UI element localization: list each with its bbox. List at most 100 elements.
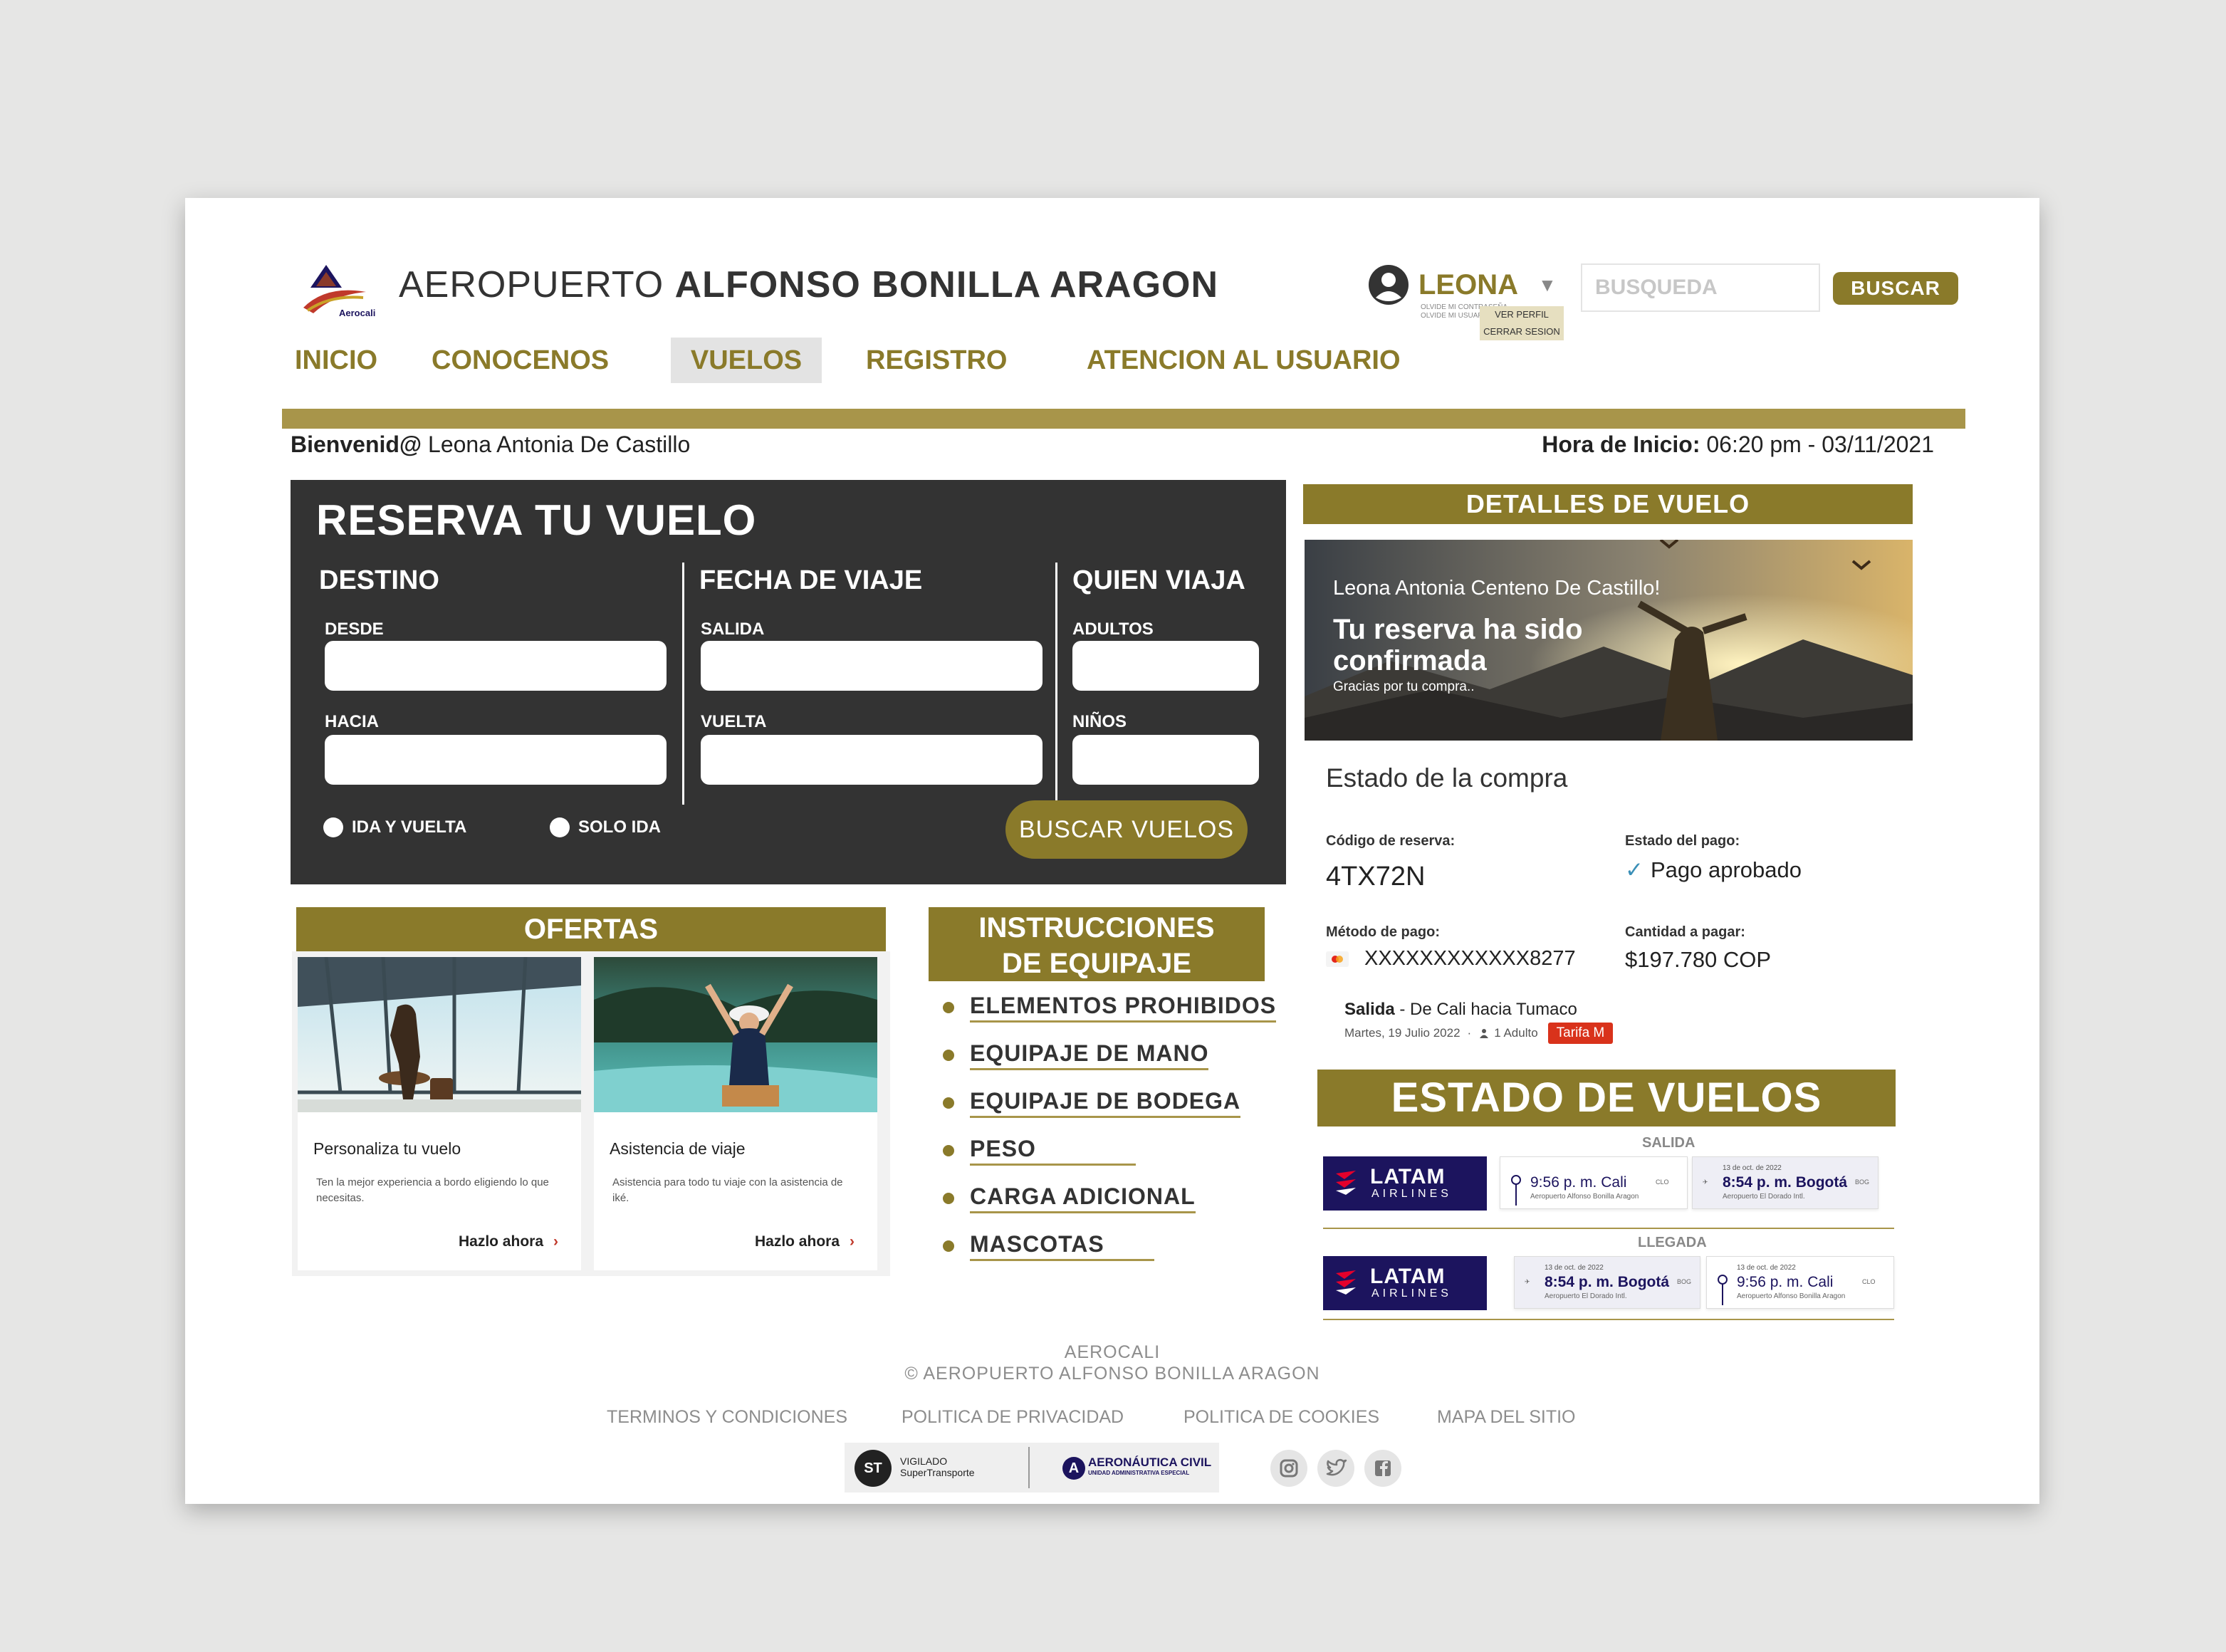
cantidad-label: Cantidad a pagar: <box>1625 924 1745 940</box>
booking-panel: RESERVA TU VUELO DESTINO DESDE HACIA FEC… <box>291 480 1286 884</box>
instr-link[interactable]: PESO <box>970 1136 1136 1166</box>
view-profile-link[interactable]: VER PERFIL <box>1480 306 1564 323</box>
latam-sub: AIRLINES <box>1371 1188 1452 1200</box>
salida-route: - De Cali hacia Tumaco <box>1399 1000 1577 1019</box>
radio-circle[interactable] <box>550 817 570 837</box>
radio-circle[interactable] <box>323 817 343 837</box>
welcome-text: Bienvenid@ Leona Antonia De Castillo <box>291 432 690 458</box>
nav-atencion[interactable]: ATENCION AL USUARIO <box>1077 338 1411 383</box>
offer-card[interactable]: Asistencia de viaje Asistencia para todo… <box>594 957 877 1270</box>
latam-name: LATAM <box>1370 1165 1446 1188</box>
flight-card[interactable]: 9:56 p. m. Cali CLO Aeropuerto Alfonso B… <box>1500 1156 1688 1209</box>
desde-input[interactable] <box>325 641 667 691</box>
confirmation-banner: Leona Antonia Centeno De Castillo! Tu re… <box>1305 540 1913 741</box>
flight-card[interactable]: 13 de oct. de 2022 9:56 p. m. Cali CLO A… <box>1706 1256 1894 1309</box>
banner-message: Tu reserva ha sido confirmada <box>1333 614 1583 676</box>
airport-code: BOG <box>1855 1178 1870 1186</box>
facebook-icon[interactable] <box>1364 1450 1401 1487</box>
banner-name: Leona Antonia Centeno De Castillo! <box>1333 577 1661 600</box>
vigilado-label: VIGILADO <box>900 1455 948 1467</box>
codigo-value: 4TX72N <box>1326 862 1426 892</box>
nav-conocenos[interactable]: CONOCENOS <box>422 338 619 383</box>
latam-logo: LATAM AIRLINES <box>1323 1156 1487 1211</box>
footer-mapa-link[interactable]: MAPA DEL SITIO <box>1437 1407 1576 1428</box>
logout-link[interactable]: CERRAR SESION <box>1480 323 1564 340</box>
instrucciones-title-2: DE EQUIPAJE <box>1002 948 1191 979</box>
aeronautica-logo-icon: A <box>1062 1457 1085 1480</box>
offer-text: Asistencia para todo tu viaje con la asi… <box>612 1176 843 1204</box>
vuelta-date-input[interactable] <box>701 735 1043 785</box>
chevron-down-icon[interactable]: ▼ <box>1538 274 1557 296</box>
instagram-icon[interactable] <box>1270 1450 1307 1487</box>
column-divider <box>1055 563 1057 805</box>
offer-link[interactable]: Hazlo ahora › <box>755 1233 855 1250</box>
site-title-bold: ALFONSO BONILLA ARAGON <box>674 264 1219 305</box>
list-item[interactable]: EQUIPAJE DE MANO <box>943 1040 1209 1070</box>
salida-date-input[interactable] <box>701 641 1043 691</box>
radio-label: IDA Y VUELTA <box>352 817 467 837</box>
instrucciones-title-1: INSTRUCCIONES <box>978 912 1215 943</box>
supertransporte-logo-icon: ST <box>855 1450 892 1487</box>
booking-title: RESERVA TU VUELO <box>316 496 757 544</box>
footer-privacidad-link[interactable]: POLITICA DE PRIVACIDAD <box>902 1407 1124 1428</box>
instr-link[interactable]: ELEMENTOS PROHIBIDOS <box>970 993 1277 1023</box>
list-item[interactable]: EQUIPAJE DE BODEGA <box>943 1088 1241 1118</box>
nav-registro[interactable]: REGISTRO <box>856 338 1017 383</box>
flight-time-value: 8:54 p. m. <box>1723 1174 1796 1191</box>
radio-ida-vuelta[interactable]: IDA Y VUELTA <box>323 817 466 837</box>
hacia-input[interactable] <box>325 735 667 785</box>
flight-card[interactable]: 13 de oct. de 2022 ✈ 8:54 p. m. Bogotá B… <box>1692 1156 1878 1209</box>
instr-link[interactable]: EQUIPAJE DE BODEGA <box>970 1088 1241 1118</box>
instr-link[interactable]: CARGA ADICIONAL <box>970 1183 1196 1213</box>
list-item[interactable]: CARGA ADICIONAL <box>943 1183 1196 1213</box>
airport-name: Aeropuerto El Dorado Intl. <box>1545 1292 1627 1300</box>
footer-brand: AEROCALI © AEROPUERTO ALFONSO BONILLA AR… <box>185 1342 2039 1384</box>
offer-card[interactable]: Personaliza tu vuelo Ten la mejor experi… <box>298 957 581 1270</box>
list-item[interactable]: PESO <box>943 1136 1136 1166</box>
list-item[interactable]: MASCOTAS <box>943 1231 1154 1261</box>
bullet-icon <box>943 1097 954 1109</box>
latam-logo: LATAM AIRLINES <box>1323 1256 1487 1310</box>
twitter-icon[interactable] <box>1317 1450 1354 1487</box>
list-item[interactable]: ELEMENTOS PROHIBIDOS <box>943 993 1277 1023</box>
flight-city: Cali <box>1601 1174 1627 1191</box>
footer-terminos-link[interactable]: TERMINOS Y CONDICIONES <box>607 1407 847 1428</box>
page: Aerocali AEROPUERTO ALFONSO BONILLA ARAG… <box>185 198 2039 1504</box>
search-input[interactable] <box>1581 263 1820 312</box>
supertransporte-label: SuperTransporte <box>900 1467 975 1478</box>
salida-label: Salida <box>1344 1000 1395 1019</box>
airport-code: CLO <box>1656 1178 1669 1186</box>
plane-icon: ✈ <box>1703 1178 1708 1186</box>
llegada-subheading: LLEGADA <box>1638 1235 1707 1250</box>
salida-details: Martes, 19 Julio 2022 · 1 Adulto Tarifa … <box>1344 1023 1614 1044</box>
site-title-light: AEROPUERTO <box>399 264 675 305</box>
radio-solo-ida[interactable]: SOLO IDA <box>550 817 661 837</box>
latam-name: LATAM <box>1370 1265 1446 1288</box>
aeronautica-sub-label: UNIDAD ADMINISTRATIVA ESPECIAL <box>1088 1470 1190 1476</box>
flight-card[interactable]: 13 de oct. de 2022 ✈ 8:54 p. m. Bogotá B… <box>1514 1256 1700 1309</box>
session-start: Hora de Inicio: 06:20 pm - 03/11/2021 <box>1542 432 1934 458</box>
user-menu-toggle[interactable]: LEONA ▼ <box>1367 263 1557 306</box>
instr-link[interactable]: EQUIPAJE DE MANO <box>970 1040 1209 1070</box>
offer-link[interactable]: Hazlo ahora › <box>459 1233 558 1250</box>
flight-time-value: 8:54 p. m. <box>1545 1274 1618 1290</box>
search-button[interactable]: BUSCAR <box>1833 272 1958 305</box>
nav-inicio[interactable]: INICIO <box>285 338 387 383</box>
search-flights-button[interactable]: BUSCAR VUELOS <box>1005 800 1248 859</box>
user-dropdown: VER PERFIL CERRAR SESION <box>1480 306 1564 340</box>
welcome-name: Leona Antonia De Castillo <box>428 432 691 457</box>
nav-vuelos[interactable]: VUELOS <box>671 338 822 383</box>
ninos-input[interactable] <box>1072 735 1259 785</box>
flight-city: Bogotá <box>1795 1174 1848 1191</box>
chevron-right-icon: › <box>850 1233 855 1250</box>
chevron-right-icon: › <box>553 1233 558 1250</box>
adultos-input[interactable] <box>1072 641 1259 691</box>
instr-link[interactable]: MASCOTAS <box>970 1231 1154 1261</box>
welcome-label: Bienvenid@ <box>291 432 422 457</box>
salida-summary: Salida - De Cali hacia Tumaco <box>1344 1000 1577 1020</box>
quien-title: QUIEN VIAJA <box>1072 565 1245 595</box>
ofertas-section: Personaliza tu vuelo Ten la mejor experi… <box>292 951 890 1276</box>
footer-cookies-link[interactable]: POLITICA DE COOKIES <box>1183 1407 1379 1428</box>
flight-time: 8:54 p. m. Bogotá <box>1723 1174 1847 1191</box>
aerocali-logo[interactable]: Aerocali <box>298 263 376 323</box>
